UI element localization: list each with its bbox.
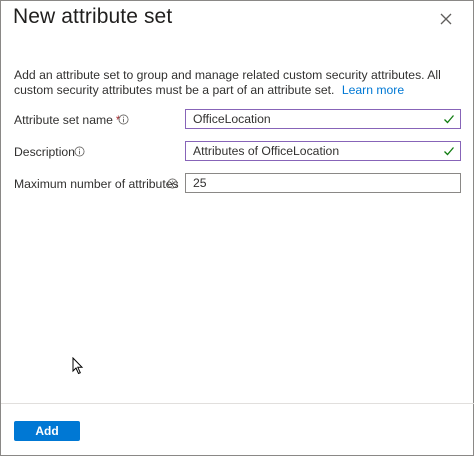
info-icon[interactable] bbox=[118, 114, 129, 125]
max-attributes-value: 25 bbox=[193, 176, 207, 190]
panel-description: Add an attribute set to group and manage… bbox=[14, 68, 464, 98]
panel-title: New attribute set bbox=[13, 5, 173, 28]
attribute-set-name-label-text: Attribute set name bbox=[14, 113, 113, 127]
info-icon[interactable] bbox=[167, 178, 178, 189]
info-icon[interactable] bbox=[74, 146, 85, 157]
attribute-set-name-label: Attribute set name * bbox=[14, 113, 121, 127]
max-attributes-input[interactable]: 25 bbox=[185, 173, 461, 193]
learn-more-link[interactable]: Learn more bbox=[342, 83, 404, 97]
footer-divider bbox=[1, 403, 474, 404]
max-attributes-row: Maximum number of attributes 25 bbox=[1, 173, 474, 197]
attribute-set-name-row: Attribute set name * OfficeLocation bbox=[1, 109, 474, 133]
description-input[interactable]: Attributes of OfficeLocation bbox=[185, 141, 461, 161]
attribute-set-panel: New attribute set Add an attribute set t… bbox=[0, 0, 474, 456]
checkmark-icon bbox=[444, 147, 454, 156]
description-label: Description bbox=[14, 145, 75, 159]
attribute-set-name-value: OfficeLocation bbox=[193, 112, 271, 126]
description-row: Description Attributes of OfficeLocation bbox=[1, 141, 474, 165]
max-attributes-label: Maximum number of attributes bbox=[14, 177, 179, 191]
attribute-set-name-input[interactable]: OfficeLocation bbox=[185, 109, 461, 129]
mouse-pointer-icon bbox=[72, 357, 84, 375]
description-value: Attributes of OfficeLocation bbox=[193, 144, 340, 158]
add-button[interactable]: Add bbox=[14, 421, 80, 441]
close-icon[interactable] bbox=[438, 11, 454, 27]
checkmark-icon bbox=[444, 115, 454, 124]
